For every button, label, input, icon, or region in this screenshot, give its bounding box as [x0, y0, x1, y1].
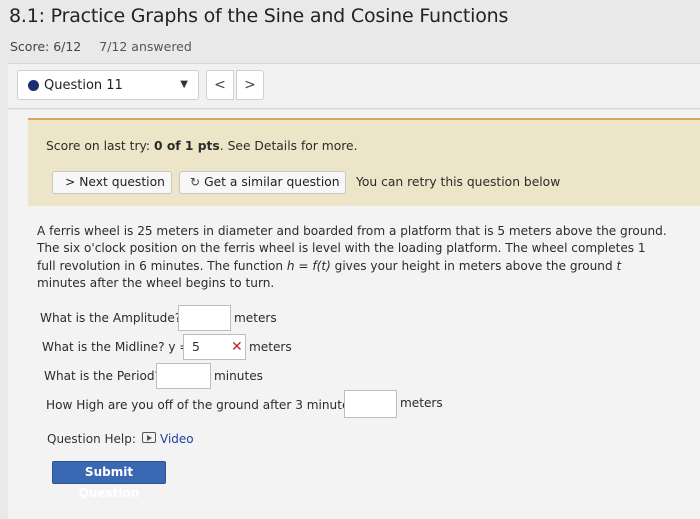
- question-select-value: Question 11: [44, 78, 123, 93]
- caret-down-icon: ▼: [180, 79, 188, 90]
- height-input[interactable]: [344, 390, 397, 418]
- notice-score: 0 of 1 pts: [153, 139, 220, 153]
- status-dot-icon: [28, 80, 39, 91]
- video-icon[interactable]: [142, 432, 156, 443]
- question-help-label: Question Help:: [47, 432, 136, 446]
- midline-label: What is the Midline? y =: [42, 340, 190, 354]
- next-question-button[interactable]: > Next question: [52, 171, 172, 194]
- amplitude-input[interactable]: [178, 305, 231, 331]
- problem-text-2: gives your height in meters above the gr…: [330, 258, 617, 273]
- question-select[interactable]: Question 11 ▼: [17, 70, 199, 100]
- period-unit: minutes: [214, 369, 263, 383]
- problem-statement: A ferris wheel is 25 meters in diameter …: [37, 223, 667, 292]
- height-unit: meters: [400, 396, 443, 410]
- problem-text-3: minutes after the wheel begins to turn.: [37, 275, 275, 290]
- similar-question-label: Get a similar question: [204, 175, 340, 189]
- amplitude-label: What is the Amplitude?: [40, 311, 182, 325]
- answered-count: 7/12 answered: [99, 39, 192, 54]
- notice-prefix: Score on last try:: [46, 139, 154, 153]
- video-help-link[interactable]: Video: [160, 432, 194, 446]
- previous-question-button[interactable]: <: [206, 70, 234, 100]
- last-try-score: Score on last try: 0 of 1 pts. See Detai…: [46, 139, 358, 153]
- problem-func-eq: =: [294, 258, 313, 273]
- period-label: What is the Period?: [44, 369, 161, 383]
- similar-question-button[interactable]: ↻ Get a similar question: [179, 171, 346, 194]
- problem-func-h: h: [286, 258, 295, 273]
- notice-suffix: . See Details for more.: [219, 139, 358, 153]
- score-text: Score: 6/12: [10, 39, 82, 54]
- incorrect-x-icon: ✕: [231, 339, 243, 355]
- page-title: 8.1: Practice Graphs of the Sine and Cos…: [9, 5, 509, 27]
- period-input[interactable]: [156, 363, 211, 389]
- amplitude-unit: meters: [234, 311, 277, 325]
- retry-message: You can retry this question below: [356, 175, 561, 189]
- problem-var-t: t: [616, 258, 622, 273]
- midline-unit: meters: [249, 340, 292, 354]
- submit-question-button[interactable]: Submit Question: [52, 461, 166, 500]
- next-question-arrow-button[interactable]: >: [236, 70, 264, 100]
- refresh-icon: ↻: [190, 175, 201, 189]
- problem-func-f: f(t): [312, 258, 331, 273]
- height-label: How High are you off of the ground after…: [46, 398, 363, 412]
- score-summary: Score: 6/12 7/12 answered: [10, 39, 192, 54]
